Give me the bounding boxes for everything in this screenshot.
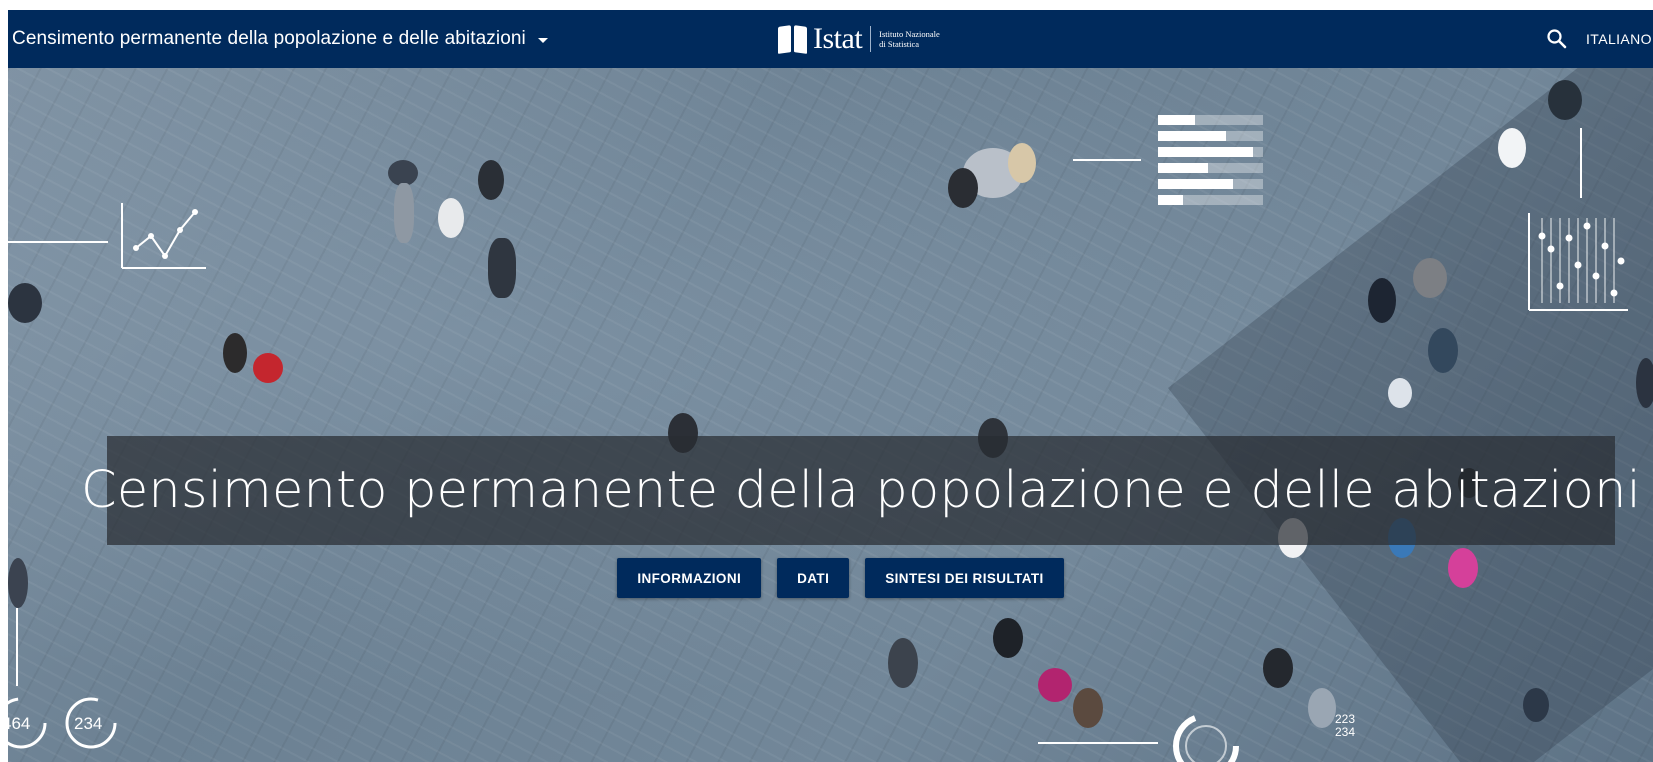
logo-divider (870, 26, 872, 52)
top-header: Censimento permanente della popolazione … (8, 10, 1653, 68)
stat-list-bottom: 223 234 (1335, 713, 1355, 739)
informazioni-button[interactable]: INFORMAZIONI (617, 558, 762, 598)
hero-title-band: Censimento permanente della popolazione … (81, 436, 1641, 545)
stat-value-left: 464 (8, 714, 31, 733)
stat-donut-bottom (1038, 713, 1239, 762)
bar-list-icon (1073, 115, 1263, 205)
vertical-line-deco (16, 608, 18, 686)
istat-logo[interactable]: Istat Istituto Nazionale di Statistica (778, 22, 940, 56)
hero-title: Censimento permanente della popolazione … (81, 461, 1641, 520)
chevron-down-icon (537, 37, 548, 43)
language-label: ITALIANO (1586, 31, 1652, 47)
dati-button[interactable]: DATI (777, 558, 850, 598)
search-button[interactable] (1544, 26, 1570, 52)
sintesi-risultati-button[interactable]: SINTESI DEI RISULTATI (865, 558, 1064, 598)
search-icon (1547, 29, 1567, 49)
hero-banner: 464 234 223 234 Censimento permanente de… (8, 10, 1653, 762)
site-title-menu[interactable]: Censimento permanente della popolazione … (12, 10, 548, 68)
hero-button-row: INFORMAZIONI DATI SINTESI DEI RISULTATI (8, 558, 1653, 598)
site-title-text: Censimento permanente della popolazione … (12, 28, 526, 49)
istat-logo-icon (778, 24, 807, 54)
logo-wordmark: Istat (813, 22, 863, 55)
logo-subtitle-line1: Istituto Nazionale (879, 29, 940, 39)
stat-list-line2: 234 (1335, 725, 1356, 739)
stat-value-right: 234 (74, 714, 103, 733)
language-selector[interactable]: ITALIANO (1586, 10, 1652, 68)
dot-plot-icon (1528, 128, 1628, 311)
logo-subtitle-line2: di Statistica (879, 39, 920, 49)
page-frame: Censimento permanente della popolazione … (8, 10, 1653, 762)
line-chart-icon (8, 203, 206, 269)
logo-subtitle: Istituto Nazionale di Statistica (879, 29, 940, 49)
